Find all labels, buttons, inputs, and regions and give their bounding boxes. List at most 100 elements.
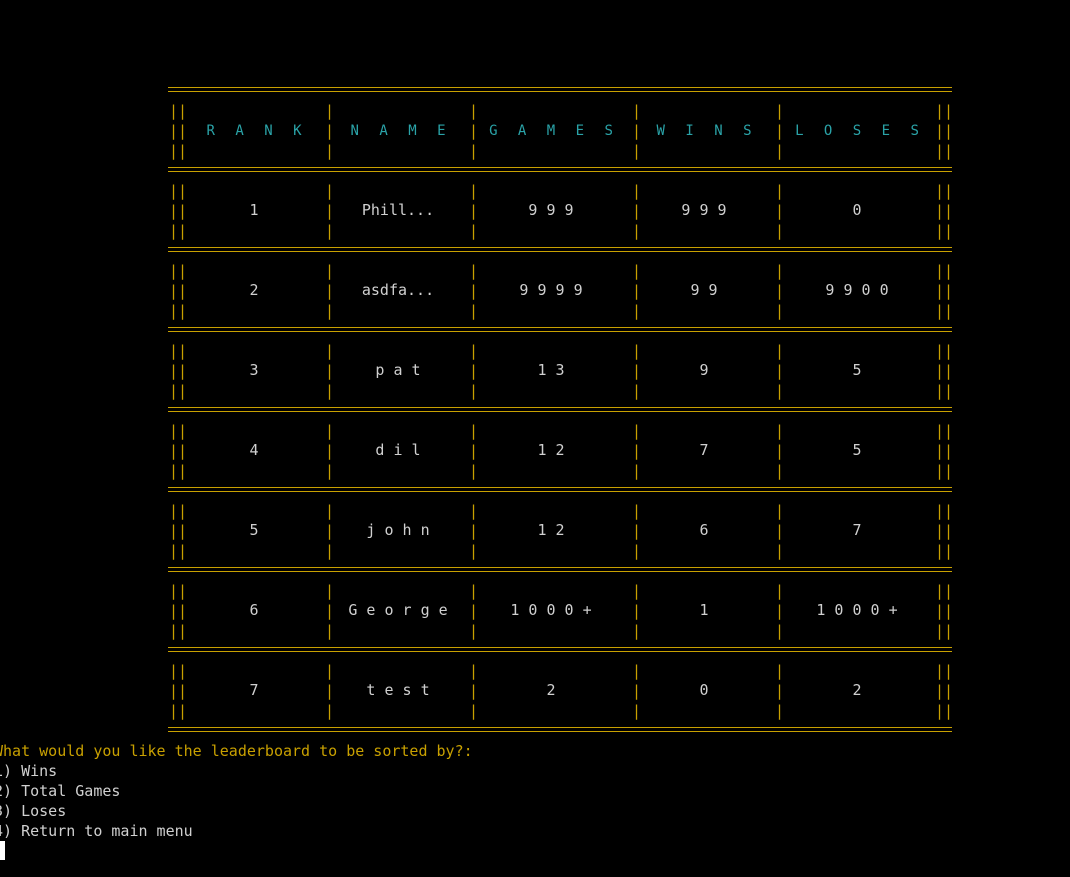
row-separator	[168, 647, 952, 652]
cell-loses: 9 9 0 0	[825, 281, 889, 299]
column-divider: |	[325, 362, 335, 380]
border-right: ||	[935, 422, 954, 440]
terminal-window: || || | | | | || || | | | | || || | | | | R A N KN A M EG …	[0, 0, 1070, 877]
column-divider: |	[469, 362, 479, 380]
border-left: ||	[169, 462, 188, 480]
menu-option-wins[interactable]: 1) Wins	[0, 761, 57, 781]
column-divider: |	[469, 602, 479, 620]
border-left: ||	[169, 622, 188, 640]
text-cursor[interactable]	[0, 841, 5, 860]
cell-wins: 9 9 9	[681, 201, 727, 219]
border-left: ||	[169, 422, 188, 440]
column-divider: |	[775, 382, 785, 400]
column-divider: |	[469, 222, 479, 240]
cell-name: j o h n	[366, 521, 430, 539]
column-divider: |	[632, 282, 642, 300]
column-divider: |	[632, 142, 642, 160]
cell-loses: 5	[852, 361, 862, 379]
cell-name: d i l	[375, 441, 421, 459]
border-right: ||	[935, 342, 954, 360]
column-divider: |	[632, 342, 642, 360]
column-divider: |	[325, 522, 335, 540]
header-loses: L O S E S	[795, 123, 925, 139]
column-divider: |	[632, 362, 642, 380]
cell-wins: 9 9	[690, 281, 718, 299]
column-divider: |	[469, 702, 479, 720]
column-divider: |	[469, 122, 479, 140]
border-left: ||	[169, 442, 188, 460]
column-divider: |	[775, 122, 785, 140]
column-divider: |	[469, 282, 479, 300]
menu-option-total-games[interactable]: 2) Total Games	[0, 781, 120, 801]
menu-option-return-main-menu[interactable]: 4) Return to main menu	[0, 821, 193, 841]
border-left: ||	[169, 202, 188, 220]
column-divider: |	[469, 102, 479, 120]
border-right: ||	[935, 442, 954, 460]
border-left: ||	[169, 662, 188, 680]
column-divider: |	[325, 382, 335, 400]
column-divider: |	[469, 522, 479, 540]
column-divider: |	[325, 282, 335, 300]
column-divider: |	[325, 182, 335, 200]
column-divider: |	[632, 582, 642, 600]
column-divider: |	[775, 222, 785, 240]
cell-wins: 9	[699, 361, 709, 379]
cell-name: G e o r g e	[348, 601, 448, 619]
border-right: ||	[935, 282, 954, 300]
border-right: ||	[935, 462, 954, 480]
column-divider: |	[632, 202, 642, 220]
row-separator	[168, 487, 952, 492]
column-divider: |	[325, 502, 335, 520]
cell-rank: 6	[249, 601, 259, 619]
column-divider: |	[325, 102, 335, 120]
column-divider: |	[632, 442, 642, 460]
column-divider: |	[775, 262, 785, 280]
cell-games: 9 9 9 9	[519, 281, 583, 299]
border-right: ||	[935, 682, 954, 700]
border-right: ||	[935, 542, 954, 560]
cell-loses: 2	[852, 681, 862, 699]
column-divider: |	[325, 662, 335, 680]
column-divider: |	[325, 462, 335, 480]
column-divider: |	[325, 142, 335, 160]
row-separator	[168, 727, 952, 732]
column-divider: |	[775, 602, 785, 620]
row-separator	[168, 87, 952, 92]
border-left: ||	[169, 682, 188, 700]
cell-games: 9 9 9	[528, 201, 574, 219]
row-separator	[168, 407, 952, 412]
menu-option-loses[interactable]: 3) Loses	[0, 801, 66, 821]
column-divider: |	[325, 342, 335, 360]
column-divider: |	[632, 122, 642, 140]
column-divider: |	[469, 502, 479, 520]
border-left: ||	[169, 602, 188, 620]
column-divider: |	[325, 702, 335, 720]
border-right: ||	[935, 302, 954, 320]
column-divider: |	[469, 582, 479, 600]
column-divider: |	[775, 342, 785, 360]
column-divider: |	[632, 262, 642, 280]
column-divider: |	[632, 662, 642, 680]
column-divider: |	[469, 622, 479, 640]
column-divider: |	[325, 582, 335, 600]
cell-games: 2	[546, 681, 556, 699]
column-divider: |	[775, 622, 785, 640]
column-divider: |	[469, 442, 479, 460]
column-divider: |	[632, 462, 642, 480]
border-left: ||	[169, 362, 188, 380]
cell-name: Phill...	[361, 201, 435, 219]
column-divider: |	[775, 502, 785, 520]
column-divider: |	[469, 662, 479, 680]
column-divider: |	[775, 422, 785, 440]
border-left: ||	[169, 502, 188, 520]
border-right: ||	[935, 102, 954, 120]
cell-loses: 7	[852, 521, 862, 539]
border-right: ||	[935, 202, 954, 220]
column-divider: |	[775, 522, 785, 540]
column-divider: |	[632, 302, 642, 320]
column-divider: |	[632, 382, 642, 400]
column-divider: |	[469, 202, 479, 220]
border-right: ||	[935, 502, 954, 520]
column-divider: |	[325, 122, 335, 140]
cell-wins: 1	[699, 601, 709, 619]
